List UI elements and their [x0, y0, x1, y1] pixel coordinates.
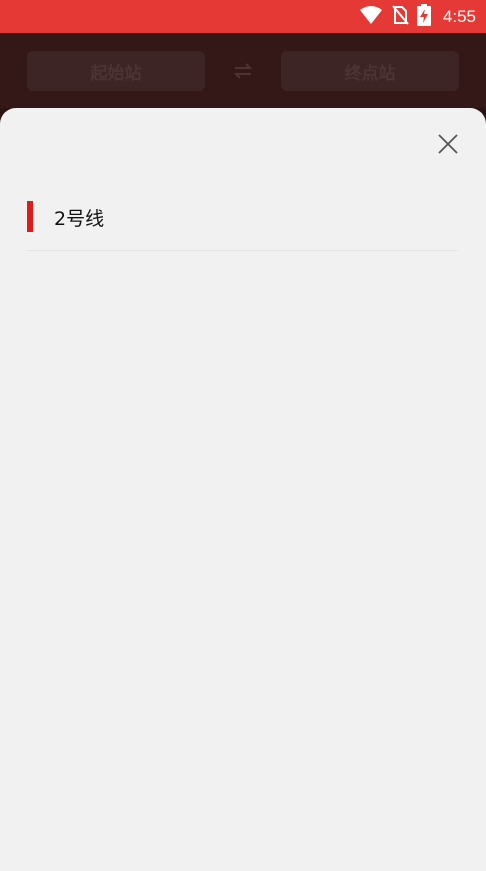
end-station-button[interactable]: 终点站	[281, 51, 459, 91]
battery-charging-icon	[416, 3, 431, 30]
app-bar: 起始站 终点站	[0, 33, 486, 108]
status-bar: 4:55	[0, 0, 486, 33]
start-station-button[interactable]: 起始站	[27, 51, 205, 91]
swap-icon[interactable]	[231, 59, 255, 83]
no-sim-icon	[391, 4, 409, 29]
start-station-label: 起始站	[90, 63, 142, 84]
status-icons: 4:55	[359, 0, 476, 33]
line-color-bar	[27, 201, 33, 232]
close-icon	[438, 134, 458, 158]
line-select-sheet: 2号线	[0, 108, 486, 871]
line-item-label: 2号线	[54, 208, 105, 230]
status-time: 4:55	[442, 6, 476, 26]
wifi-icon	[359, 5, 383, 29]
end-station-label: 终点站	[344, 63, 396, 84]
line-item-2[interactable]: 2号线	[27, 196, 458, 251]
close-button[interactable]	[434, 132, 462, 160]
